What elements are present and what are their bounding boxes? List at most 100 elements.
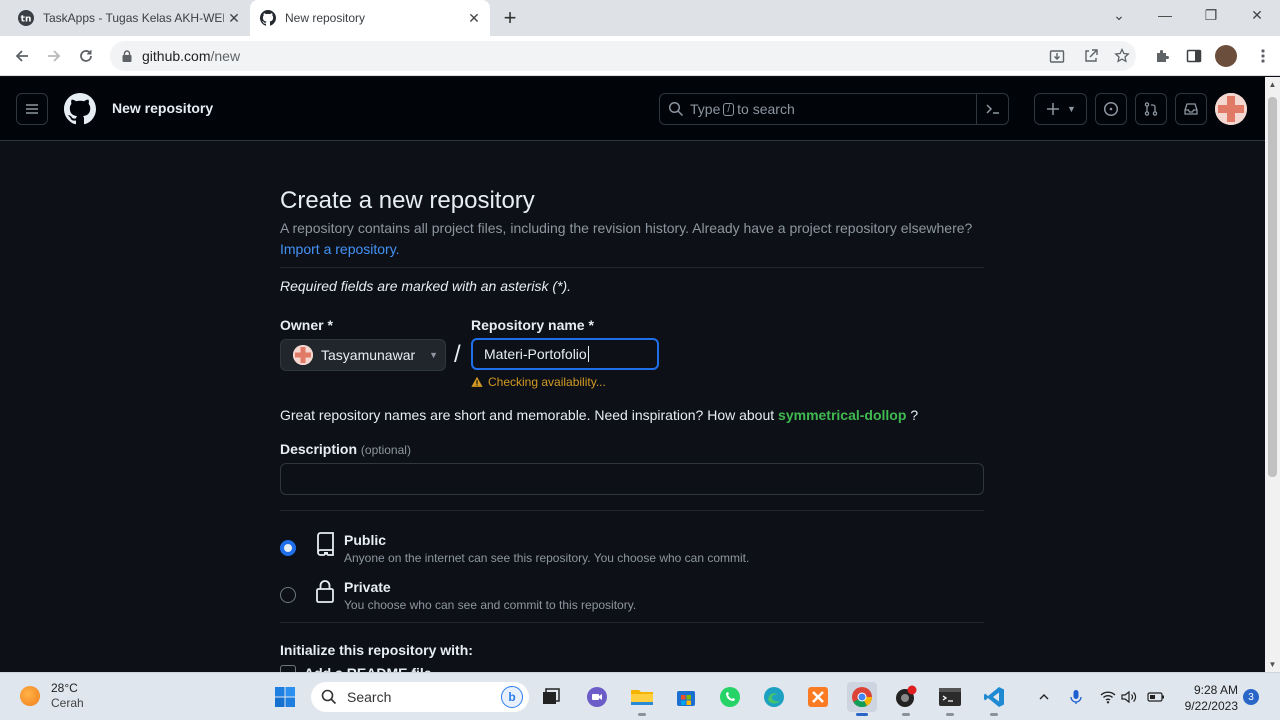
tab-title: TaskApps - Tugas Kelas AKH-WEB	[43, 11, 224, 25]
microsoft-store-icon[interactable]	[671, 682, 701, 712]
create-new-button[interactable]: ▼	[1034, 93, 1087, 125]
notification-badge[interactable]: 3	[1243, 689, 1259, 705]
reload-icon[interactable]	[73, 43, 99, 69]
visibility-private-option[interactable]: Private You choose who can see and commi…	[280, 579, 984, 619]
edge-icon[interactable]	[759, 682, 789, 712]
scrollbar-thumb[interactable]	[1268, 97, 1277, 477]
close-tab-icon[interactable]: ✕	[464, 8, 484, 28]
owner-dropdown[interactable]: Tasyamunawar ▼	[280, 339, 446, 371]
command-palette-icon[interactable]	[976, 94, 1008, 124]
import-repository-link[interactable]: Import a repository.	[280, 241, 400, 257]
tab-new-repository[interactable]: New repository ✕	[250, 0, 490, 36]
availability-status: Checking availability...	[471, 375, 606, 389]
visibility-public-option[interactable]: Public Anyone on the internet can see th…	[280, 532, 984, 572]
vscode-icon[interactable]	[979, 682, 1009, 712]
description-label-text: Description	[280, 441, 358, 457]
close-tab-icon[interactable]: ✕	[224, 8, 244, 28]
dropdown-caret-icon: ▼	[1067, 104, 1076, 114]
issues-icon[interactable]	[1095, 93, 1127, 125]
svg-text:tn: tn	[21, 15, 32, 25]
clock-date: 9/22/2023	[1184, 699, 1238, 713]
divider	[280, 510, 984, 511]
repository-name-input[interactable]: Materi-Portofolio	[471, 338, 659, 370]
whatsapp-icon[interactable]	[715, 682, 745, 712]
bookmark-star-icon[interactable]	[1111, 45, 1133, 67]
battery-icon[interactable]	[1146, 687, 1166, 707]
terminal-icon[interactable]	[935, 682, 965, 712]
tab-title: New repository	[285, 11, 366, 25]
window-close-icon[interactable]: ✕	[1234, 0, 1280, 30]
windows-taskbar: 28°C Cerah Search b 9:28 AM 9/22/2023 3	[0, 672, 1280, 720]
public-radio[interactable]	[280, 540, 296, 556]
hamburger-menu-icon[interactable]	[16, 93, 48, 125]
install-app-icon[interactable]	[1046, 45, 1068, 67]
extensions-icon[interactable]	[1151, 45, 1173, 67]
new-tab-icon[interactable]: +	[498, 5, 522, 30]
repo-icon	[313, 532, 337, 556]
browser-tab-bar: tn TaskApps - Tugas Kelas AKH-WEB ✕ New …	[0, 0, 1280, 36]
scroll-down-icon[interactable]: ▼	[1265, 657, 1280, 672]
pull-requests-icon[interactable]	[1135, 93, 1167, 125]
windows-start-icon[interactable]	[270, 682, 300, 712]
github-search-input[interactable]: Type / to search	[659, 93, 1009, 125]
private-title: Private	[344, 579, 391, 595]
owner-avatar	[293, 345, 313, 365]
show-hidden-icons-chevron-icon[interactable]	[1034, 687, 1054, 707]
file-explorer-icon[interactable]	[627, 682, 657, 712]
back-icon[interactable]	[9, 43, 35, 69]
obs-recording-icon[interactable]	[891, 682, 921, 712]
teams-chat-icon[interactable]	[582, 682, 612, 712]
volume-icon[interactable]	[1119, 687, 1139, 707]
chrome-icon[interactable]	[847, 682, 877, 712]
share-icon[interactable]	[1080, 45, 1102, 67]
url-host: github.com	[142, 48, 211, 64]
page-subtitle: A repository contains all project files,…	[280, 220, 973, 236]
microphone-icon[interactable]	[1066, 687, 1086, 707]
browser-menu-icon[interactable]	[1252, 45, 1274, 67]
minimize-icon[interactable]: —	[1142, 0, 1188, 30]
plus-icon	[1045, 101, 1061, 117]
page-title: Create a new repository	[280, 187, 535, 214]
bing-icon: b	[501, 686, 523, 708]
private-radio[interactable]	[280, 587, 296, 603]
inbox-icon[interactable]	[1175, 93, 1207, 125]
checking-text: Checking availability...	[488, 375, 606, 389]
running-indicator	[856, 713, 868, 716]
taskapps-favicon-icon: tn	[18, 10, 34, 26]
required-fields-note: Required fields are marked with an aster…	[280, 278, 572, 294]
user-avatar[interactable]	[1215, 93, 1247, 125]
xampp-icon[interactable]	[803, 682, 833, 712]
task-view-icon[interactable]	[536, 682, 566, 712]
wifi-icon[interactable]	[1098, 687, 1118, 707]
tab-taskapps[interactable]: tn TaskApps - Tugas Kelas AKH-WEB ✕	[8, 0, 250, 36]
forward-icon[interactable]	[41, 43, 67, 69]
temperature: 28°C	[51, 681, 78, 695]
scroll-up-icon[interactable]: ▲	[1265, 77, 1280, 92]
taskbar-search-input[interactable]: Search b	[311, 682, 529, 712]
divider	[280, 622, 984, 623]
search-icon	[668, 101, 684, 117]
page-scrollbar[interactable]: ▲ ▼	[1265, 77, 1280, 672]
tab-search-chevron-icon[interactable]: ⌄	[1096, 0, 1142, 30]
owner-repo-separator: /	[454, 341, 461, 368]
address-bar[interactable]: github.com/new	[110, 41, 1136, 71]
restore-icon[interactable]: ❐	[1188, 0, 1234, 30]
public-description: Anyone on the internet can see this repo…	[344, 551, 750, 565]
url-path: /new	[210, 48, 241, 64]
side-panel-icon[interactable]	[1183, 45, 1205, 67]
github-logo-icon[interactable]	[64, 93, 96, 125]
suggested-name-link[interactable]: symmetrical-dollop	[778, 407, 906, 423]
sun-icon	[20, 686, 40, 706]
system-clock[interactable]: 9:28 AM 9/22/2023	[1178, 682, 1238, 714]
inspiration-text: Great repository names are short and mem…	[280, 407, 775, 423]
main-content: Create a new repository A repository con…	[0, 142, 1265, 675]
lock-icon[interactable]	[122, 50, 132, 62]
header-context-title[interactable]: New repository	[112, 100, 213, 116]
private-description: You choose who can see and commit to thi…	[344, 598, 637, 612]
running-indicator	[990, 713, 998, 716]
repository-name-value: Materi-Portofolio	[484, 346, 587, 362]
description-input[interactable]	[280, 463, 984, 495]
profile-avatar[interactable]	[1215, 45, 1237, 67]
weather-widget[interactable]: 28°C Cerah	[20, 681, 84, 711]
dropdown-caret-icon: ▼	[429, 350, 439, 360]
